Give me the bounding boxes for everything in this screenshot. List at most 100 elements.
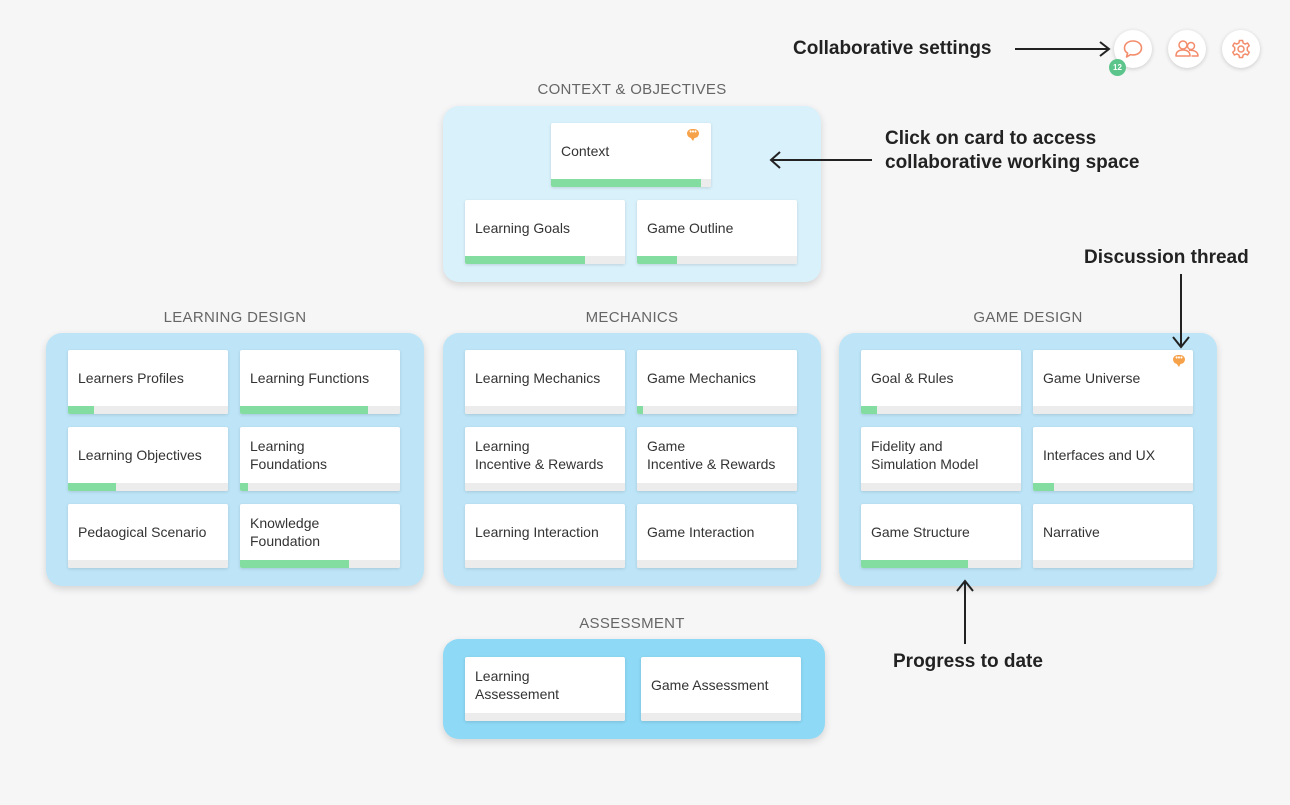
card-label: Pedaogical Scenario [78,524,207,540]
progress-track [861,483,1021,491]
progress-track [68,483,228,491]
progress-track [637,406,797,414]
card-learning-functions[interactable]: Learning Functions [240,350,400,414]
annotation-collaborative-settings: Collaborative settings [793,38,992,59]
card-game-incentive-rewards[interactable]: Game Incentive & Rewards [637,427,797,491]
card-game-assessment[interactable]: Game Assessment [641,657,801,721]
card-game-mechanics[interactable]: Game Mechanics [637,350,797,414]
progress-track [641,713,801,721]
card-game-interaction[interactable]: Game Interaction [637,504,797,568]
card-fidelity-simulation-model[interactable]: Fidelity and Simulation Model [861,427,1021,491]
card-label: Narrative [1043,524,1100,540]
arrow-collaborative-settings [1015,41,1111,57]
card-pedagogical-scenario[interactable]: Pedaogical Scenario [68,504,228,568]
card-label: Learning Assessement [475,668,560,702]
group-assessment: Learning Assessement Game Assessment [443,639,825,739]
annotation-discussion-thread: Discussion thread [1084,247,1249,268]
card-learning-objectives[interactable]: Learning Objectives [68,427,228,491]
group-learning-design: Learners Profiles Learning Functions Lea… [46,333,424,586]
arrow-progress-to-date [956,579,974,644]
card-label: Learning Functions [250,370,370,386]
card-learning-assessment[interactable]: Learning Assessement [465,657,625,721]
card-label: Game Interaction [647,524,755,540]
users-button[interactable] [1168,30,1206,68]
progress-track [551,179,711,187]
card-goal-rules[interactable]: Goal & Rules [861,350,1021,414]
card-game-universe[interactable]: Game Universe ••• [1033,350,1193,414]
card-label: Game Universe [1043,370,1141,386]
card-narrative[interactable]: Narrative [1033,504,1193,568]
progress-fill [861,560,969,568]
card-label: Knowledge Foundation [250,515,321,549]
group-title-assessment: ASSESSMENT [579,615,685,632]
annotation-progress-to-date: Progress to date [893,651,1043,672]
progress-track [240,406,400,414]
card-label: Goal & Rules [871,370,954,386]
group-title-mechanics: MECHANICS [585,309,679,326]
card-label: Learning Objectives [78,447,202,463]
settings-button[interactable] [1222,30,1260,68]
card-interfaces-ux[interactable]: Interfaces and UX [1033,427,1193,491]
progress-track [861,406,1021,414]
card-learning-incentive-rewards[interactable]: Learning Incentive & Rewards [465,427,625,491]
gear-icon [1232,39,1250,59]
arrow-discussion-thread [1172,274,1190,349]
progress-track [465,256,625,264]
progress-track [240,560,400,568]
card-label: Game Incentive & Rewards [647,438,776,472]
card-learning-goals[interactable]: Learning Goals [465,200,625,264]
card-game-structure[interactable]: Game Structure [861,504,1021,568]
group-context-objectives: Context ••• Learning Goals Game Outline [443,106,821,282]
progress-track [465,560,625,568]
progress-track [637,560,797,568]
progress-fill [637,406,644,414]
progress-track [465,483,625,491]
card-learning-mechanics[interactable]: Learning Mechanics [465,350,625,414]
progress-fill [465,256,585,264]
group-title-context: CONTEXT & OBJECTIVES [537,81,727,98]
card-knowledge-foundation[interactable]: Knowledge Foundation [240,504,400,568]
users-icon [1175,40,1199,57]
card-game-outline[interactable]: Game Outline [637,200,797,264]
progress-fill [68,483,116,491]
progress-fill [1033,483,1054,491]
card-learners-profiles[interactable]: Learners Profiles [68,350,228,414]
notification-badge: 12 [1109,59,1126,76]
progress-fill [68,406,94,414]
progress-track [637,256,797,264]
progress-fill [637,256,677,264]
card-label: Game Mechanics [647,370,756,386]
progress-track [68,406,228,414]
group-title-game-design: GAME DESIGN [973,309,1083,326]
progress-fill [240,406,368,414]
progress-track [68,560,228,568]
progress-track [1033,406,1193,414]
progress-track [465,713,625,721]
annotation-click-on-card: Click on card to access collaborative wo… [885,128,1140,173]
chat-bubble-icon [1123,40,1143,58]
card-label: Context [561,143,610,159]
card-learning-foundations[interactable]: Learning Foundations [240,427,400,491]
card-label: Learning Mechanics [475,370,601,386]
card-label: Interfaces and UX [1043,447,1156,463]
card-label: Game Assessment [651,677,769,693]
card-label: Learners Profiles [78,370,184,386]
card-label: Game Structure [871,524,970,540]
progress-fill [240,560,349,568]
card-label: Learning Incentive & Rewards [475,438,604,472]
progress-track [861,560,1021,568]
card-label: Learning Interaction [475,524,599,540]
card-label: Game Outline [647,220,734,236]
progress-track [1033,560,1193,568]
card-label: Fidelity and Simulation Model [871,438,979,472]
progress-track [637,483,797,491]
progress-track [465,406,625,414]
arrow-click-on-card [769,151,872,169]
card-learning-interaction[interactable]: Learning Interaction [465,504,625,568]
progress-fill [240,483,248,491]
comment-indicator-icon[interactable]: ••• [1173,355,1185,367]
progress-track [1033,483,1193,491]
card-label: Learning Foundations [250,438,328,472]
card-context[interactable]: Context ••• [551,123,711,187]
comment-indicator-icon[interactable]: ••• [687,129,699,141]
